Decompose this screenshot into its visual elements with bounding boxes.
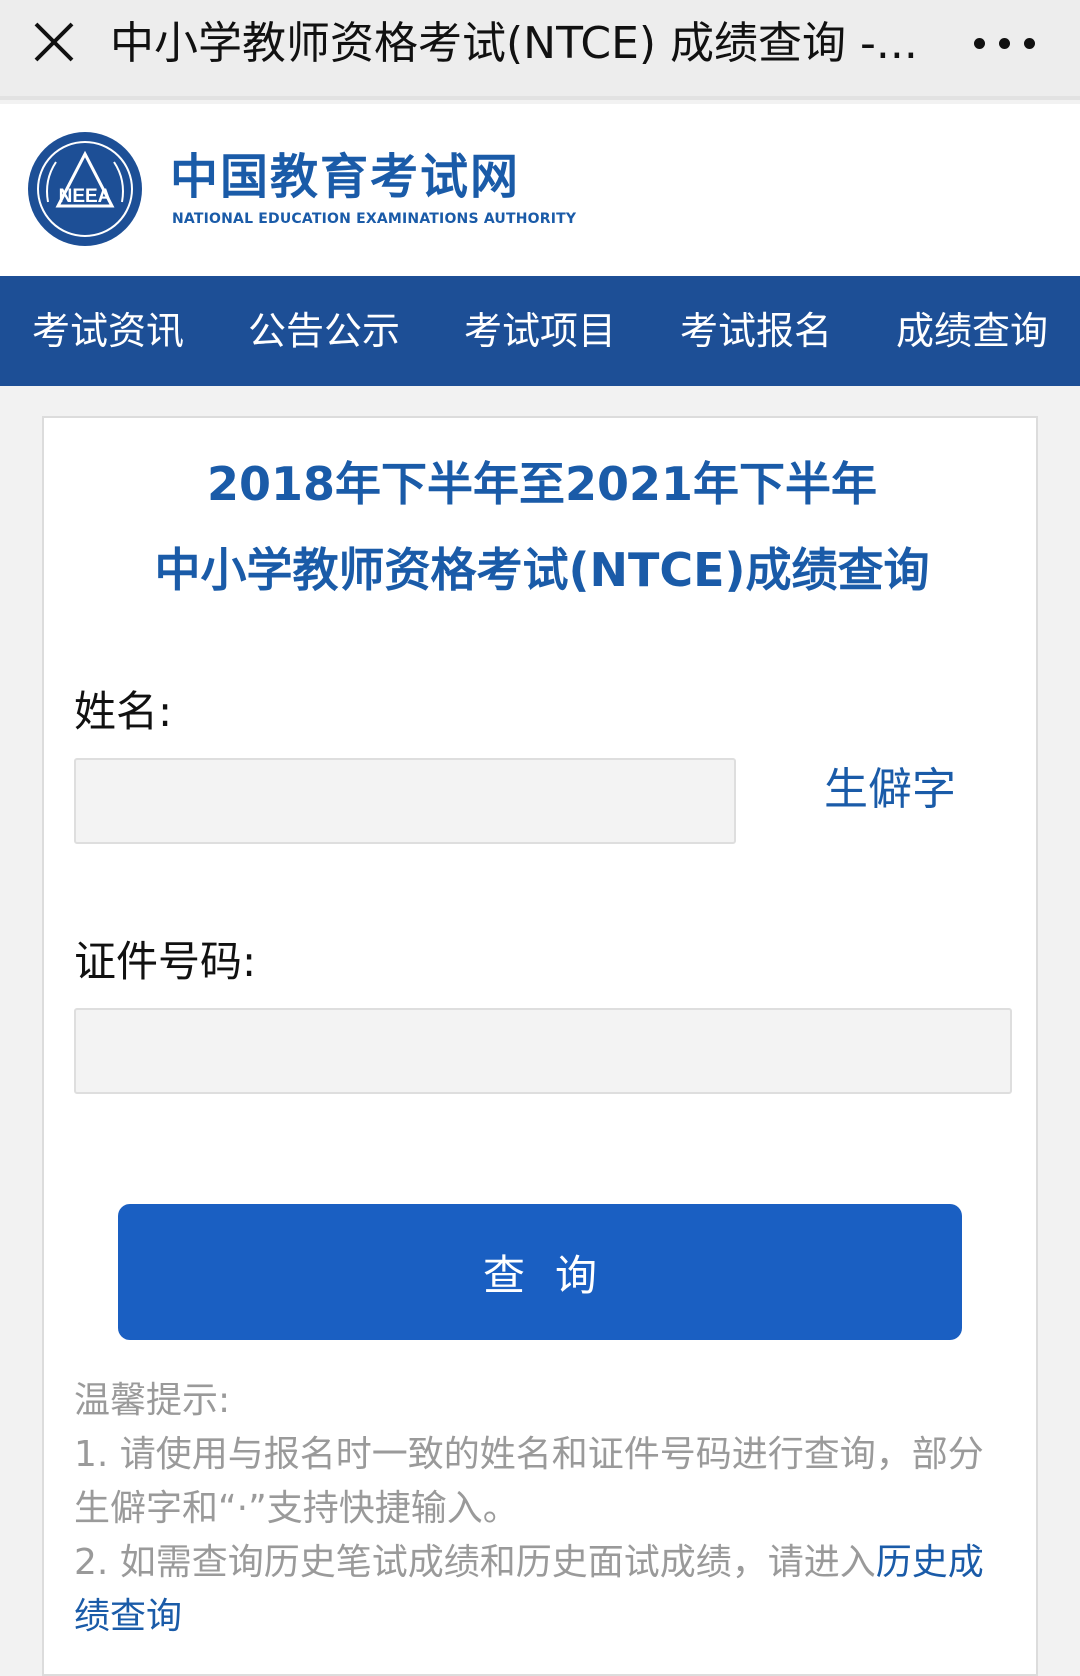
logo-chinese-text[interactable]: 中国教育考试网	[170, 148, 520, 206]
score-query-card: 2018年下半年至2021年下半年 中小学教师资格考试(NTCE)成绩查询 姓名…	[42, 416, 1038, 1676]
svg-text:NEEA: NEEA	[59, 186, 112, 207]
site-header: NEEA 中国教育考试网 NATIONAL EDUCATION EXAMINAT…	[0, 104, 1080, 276]
main-nav: 考试资讯 公告公示 考试项目 考试报名 成绩查询	[0, 276, 1080, 386]
tips-section: 温馨提示: 1. 请使用与报名时一致的姓名和证件号码进行查询，部分生僻字和“·”…	[74, 1374, 1010, 1644]
form-title-line2: 中小学教师资格考试(NTCE)成绩查询	[154, 543, 930, 597]
page-title: 中小学教师资格考试(NTCE) 成绩查询 -...	[110, 18, 918, 69]
nav-item-exam-news[interactable]: 考试资讯	[0, 276, 216, 386]
name-label: 姓名:	[74, 687, 173, 736]
nav-item-exam-projects[interactable]: 考试项目	[432, 276, 648, 386]
rare-character-link[interactable]: 生僻字	[824, 760, 956, 820]
neea-emblem-icon[interactable]: NEEA	[26, 130, 144, 248]
close-icon[interactable]	[28, 16, 80, 68]
more-icon[interactable]	[970, 22, 1040, 62]
top-bar: 中小学教师资格考试(NTCE) 成绩查询 -...	[0, 0, 1080, 100]
id-number-input[interactable]	[74, 1008, 1012, 1094]
tips-line2: 2. 如需查询历史笔试成绩和历史面试成绩，请进入历史成绩查询	[74, 1536, 1010, 1644]
id-number-label: 证件号码:	[74, 937, 257, 986]
nav-item-score-query[interactable]: 成绩查询	[864, 276, 1080, 386]
form-title-line1: 2018年下半年至2021年下半年	[206, 457, 878, 511]
tips-line2-text: 2. 如需查询历史笔试成绩和历史面试成绩，请进入	[74, 1542, 876, 1583]
name-input[interactable]	[74, 758, 736, 844]
nav-item-exam-registration[interactable]: 考试报名	[648, 276, 864, 386]
logo-english-text: NATIONAL EDUCATION EXAMINATIONS AUTHORIT…	[172, 211, 577, 227]
nav-item-announcements[interactable]: 公告公示	[216, 276, 432, 386]
query-button[interactable]: 查询	[118, 1204, 962, 1340]
tips-heading: 温馨提示:	[74, 1380, 231, 1421]
tips-line1: 1. 请使用与报名时一致的姓名和证件号码进行查询，部分生僻字和“·”支持快捷输入…	[74, 1434, 984, 1529]
